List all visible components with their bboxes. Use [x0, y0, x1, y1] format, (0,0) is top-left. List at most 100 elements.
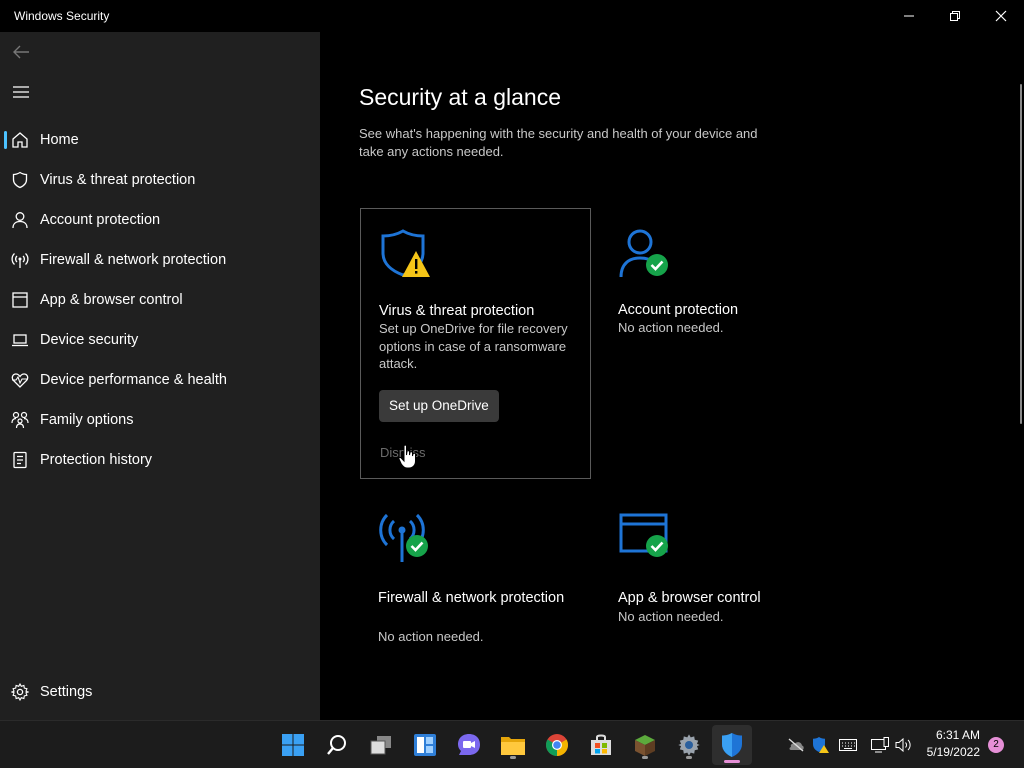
page-title: Security at a glance: [359, 84, 562, 110]
back-button[interactable]: [8, 39, 34, 65]
windows-security-taskbar-button[interactable]: [712, 725, 752, 765]
teams-chat-button[interactable]: [453, 729, 485, 761]
sidebar-item-label: Device performance & health: [40, 372, 227, 388]
person-icon: [12, 212, 28, 229]
sidebar-item-label: Family options: [40, 412, 134, 428]
sidebar-item-home[interactable]: Home: [4, 122, 316, 158]
sidebar-item-app-browser[interactable]: App & browser control: [4, 282, 316, 318]
network-tray-button[interactable]: [871, 736, 889, 754]
security-tray-button[interactable]: [811, 736, 829, 754]
heart-pulse-icon: [11, 373, 29, 388]
card-description: No action needed.: [618, 609, 724, 624]
volume-tray-button[interactable]: [895, 736, 913, 754]
clock-time: 6:31 AM: [935, 728, 980, 742]
active-indicator: [724, 760, 740, 763]
restore-button[interactable]: [932, 0, 978, 32]
sidebar-item-device-security[interactable]: Device security: [4, 322, 316, 358]
sidebar-item-label: Device security: [40, 332, 139, 348]
hamburger-menu-icon: [13, 86, 29, 98]
scrollbar[interactable]: [1020, 84, 1022, 424]
volume-icon: [895, 737, 911, 753]
setup-onedrive-button[interactable]: Set up OneDrive: [379, 390, 499, 422]
card-title: App & browser control: [618, 590, 761, 606]
sidebar-item-account[interactable]: Account protection: [4, 202, 316, 238]
gear-icon: [11, 683, 29, 701]
close-icon: [995, 10, 1007, 22]
wifi-antenna-icon: [11, 253, 29, 268]
file-explorer-icon: [501, 737, 525, 755]
chrome-button[interactable]: [541, 729, 573, 761]
widgets-button[interactable]: [409, 729, 441, 761]
network-icon: [871, 737, 889, 753]
minecraft-button[interactable]: [629, 729, 661, 761]
file-explorer-button[interactable]: [497, 729, 529, 761]
microsoft-store-button[interactable]: [585, 729, 617, 761]
onedrive-tray-button[interactable]: [787, 736, 805, 754]
person-check-icon: [619, 229, 668, 278]
search-icon: [327, 735, 346, 755]
browser-check-icon: [619, 513, 668, 557]
title-bar: Windows Security: [0, 0, 1024, 32]
close-button[interactable]: [978, 0, 1024, 32]
antenna-check-icon: [379, 513, 428, 562]
settings-icon: [678, 734, 700, 756]
sidebar-item-label: App & browser control: [40, 292, 183, 308]
start-icon: [282, 734, 304, 756]
sidebar-item-label: Firewall & network protection: [40, 252, 227, 268]
keyboard-icon: [839, 739, 857, 751]
shield-warning-icon: [381, 229, 430, 277]
restore-icon: [950, 11, 960, 21]
minimize-icon: [904, 15, 914, 17]
family-icon: [11, 411, 29, 429]
card-virus-threat-protection[interactable]: Virus & threat protection Set up OneDriv…: [360, 208, 591, 479]
taskbar: 6:31 AM 5/19/2022 2: [0, 720, 1024, 768]
sidebar-item-history[interactable]: Protection history: [4, 442, 316, 478]
keyboard-tray-button[interactable]: [839, 736, 857, 754]
start-button[interactable]: [277, 729, 309, 761]
card-description: No action needed.: [618, 320, 724, 335]
system-clock[interactable]: 6:31 AM 5/19/2022: [927, 727, 980, 761]
sidebar-item-family[interactable]: Family options: [4, 402, 316, 438]
minimize-button[interactable]: [886, 0, 932, 32]
card-app-browser-control[interactable]: App & browser control No action needed.: [600, 492, 830, 720]
onedrive-offline-icon: [788, 738, 804, 752]
sidebar: Home Virus & threat protection Account p…: [0, 32, 320, 720]
page-subtitle: See what's happening with the security a…: [359, 126, 758, 159]
security-tray-icon: [813, 737, 829, 753]
sidebar-item-label: Settings: [40, 684, 93, 700]
card-account-protection[interactable]: Account protection No action needed.: [600, 208, 830, 478]
windows-security-icon: [722, 733, 742, 757]
card-description: No action needed.: [378, 629, 484, 644]
sidebar-item-label: Protection history: [40, 452, 153, 468]
task-view-button[interactable]: [365, 729, 397, 761]
clock-date: 5/19/2022: [926, 745, 980, 759]
widgets-icon: [414, 734, 436, 756]
sidebar-item-settings[interactable]: Settings: [4, 674, 316, 710]
task-view-icon: [370, 736, 391, 755]
hand-cursor-icon: [398, 444, 416, 469]
teams-chat-icon: [458, 734, 480, 755]
home-icon: [12, 132, 28, 148]
history-icon: [13, 451, 27, 469]
sidebar-item-label: Account protection: [40, 212, 161, 228]
sidebar-item-performance[interactable]: Device performance & health: [4, 362, 316, 398]
settings-app-button[interactable]: [673, 729, 705, 761]
laptop-icon: [12, 334, 28, 347]
running-indicator: [686, 756, 692, 759]
microsoft-store-icon: [591, 734, 611, 755]
sidebar-item-label: Home: [40, 132, 79, 148]
running-indicator: [510, 756, 516, 759]
sidebar-item-firewall[interactable]: Firewall & network protection: [4, 242, 316, 278]
card-firewall-network-protection[interactable]: Firewall & network protection No action …: [360, 492, 590, 720]
running-indicator: [642, 756, 648, 759]
sidebar-item-virus-threat[interactable]: Virus & threat protection: [4, 162, 316, 198]
menu-button[interactable]: [8, 79, 34, 105]
sidebar-item-label: Virus & threat protection: [40, 172, 196, 188]
search-button[interactable]: [321, 729, 353, 761]
card-title: Firewall & network protection: [378, 590, 565, 606]
card-description: Set up OneDrive for file recovery option…: [379, 321, 568, 371]
minecraft-icon: [635, 735, 655, 756]
chrome-icon: [546, 734, 568, 756]
main-content: Security at a glance See what's happenin…: [320, 32, 1024, 720]
notification-badge[interactable]: 2: [988, 737, 1004, 753]
